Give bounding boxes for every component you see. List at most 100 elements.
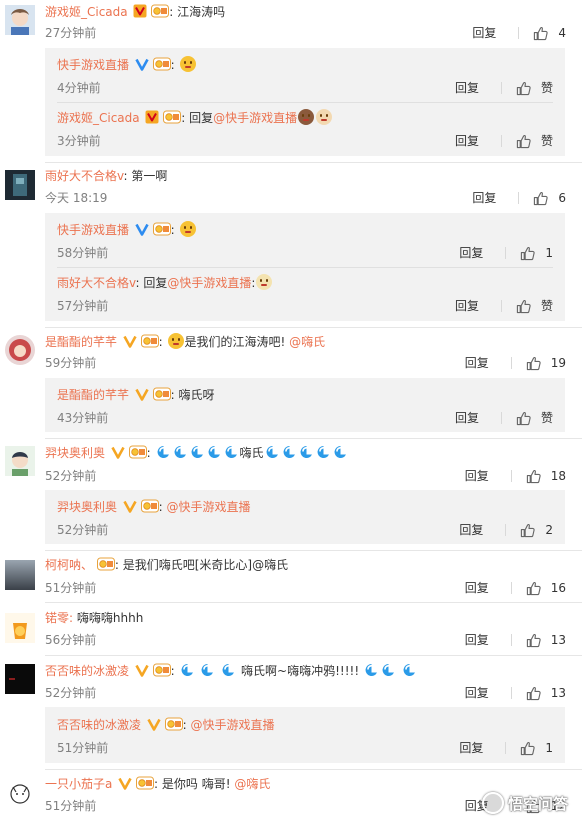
member-icon	[141, 499, 159, 513]
divider	[500, 82, 502, 94]
avatar[interactable]	[5, 560, 35, 590]
reply-item: 快手游戏直播 : 58分钟前 回复 1	[57, 221, 553, 265]
blue-emoji-icon	[173, 445, 188, 459]
mention-link[interactable]: @快手游戏直播	[191, 718, 275, 732]
like-button[interactable]: 18	[526, 467, 566, 485]
verified-icon	[145, 110, 159, 124]
like-button[interactable]: 赞	[516, 132, 553, 150]
username-link[interactable]: 否否味的冰激凌	[45, 664, 129, 678]
divider	[500, 300, 502, 312]
username-link[interactable]: 雨好大不合格v	[45, 169, 123, 183]
username-link[interactable]: 快手游戏直播	[57, 58, 129, 72]
reply-button[interactable]: 回复	[455, 297, 479, 315]
username-link[interactable]: 柯柯呐、	[45, 558, 93, 572]
avatar[interactable]	[5, 446, 35, 476]
like-count: 1	[545, 246, 553, 260]
like-button[interactable]: 16	[526, 579, 566, 597]
username-link[interactable]: 锘零:	[45, 611, 73, 625]
like-button[interactable]: 4	[533, 24, 566, 42]
username-link[interactable]: 快手游戏直播	[57, 223, 129, 237]
comment-time: 52分钟前	[45, 686, 97, 700]
watermark: 悟空问答	[481, 792, 568, 814]
username-link[interactable]: 游戏姬_Cicada	[57, 111, 140, 125]
comment-time: 51分钟前	[45, 799, 97, 813]
member-icon	[153, 57, 171, 71]
reply-time: 3分钟前	[57, 134, 101, 148]
like-button[interactable]: 赞	[516, 79, 553, 97]
reply-button[interactable]: 回复	[465, 684, 489, 702]
thumbs-up-icon	[516, 299, 531, 314]
praise-label: 赞	[540, 134, 553, 148]
username-link[interactable]: 一只小茄子a	[45, 777, 112, 791]
comment-actions: 回复 4	[472, 24, 566, 42]
like-count: 1	[545, 741, 553, 755]
reply-button[interactable]: 回复	[459, 739, 483, 757]
mention-link[interactable]: @快手游戏直播	[167, 276, 251, 290]
like-button[interactable]: 13	[526, 684, 566, 702]
blue-emoji-icon	[190, 445, 205, 459]
reply-button[interactable]: 回复	[459, 244, 483, 262]
reply-button[interactable]: 回复	[465, 467, 489, 485]
blue-emoji-icon	[207, 445, 222, 459]
reply-line: 雨好大不合格v: 回复@快手游戏直播:	[57, 274, 273, 292]
like-button[interactable]: 13	[526, 631, 566, 649]
reply-button[interactable]: 回复	[472, 24, 496, 42]
divider	[45, 602, 582, 603]
mention-link[interactable]: @嗨氏	[252, 558, 288, 572]
username-link[interactable]: 是酯酯的芊芊	[57, 388, 129, 402]
mention-link[interactable]: @快手游戏直播	[167, 500, 251, 514]
avatar[interactable]	[5, 778, 35, 808]
reply-button[interactable]: 回复	[472, 189, 496, 207]
reply-list: 快手游戏直播 : 4分钟前 回复 赞 游戏姬_Cicada : 回复@快手游戏直…	[45, 48, 565, 156]
thumbs-up-icon	[516, 411, 531, 426]
like-button[interactable]: 19	[526, 354, 566, 372]
username-link[interactable]: 游戏姬_Cicada	[45, 5, 128, 19]
reply-button[interactable]: 回复	[455, 409, 479, 427]
like-button[interactable]: 1	[520, 739, 553, 757]
comment-line: 否否味的冰激凌 : 嗨氏啊~嗨嗨冲鸦!!!!!	[45, 662, 418, 680]
like-button[interactable]: 6	[533, 189, 566, 207]
divider	[57, 102, 553, 103]
divider	[518, 27, 520, 39]
mention-link[interactable]: @嗨氏	[234, 777, 270, 791]
username-link[interactable]: 是酯酯的芊芊	[45, 335, 117, 349]
avatar[interactable]	[5, 170, 35, 200]
mention-link[interactable]: @快手游戏直播	[213, 111, 297, 125]
reply-button[interactable]: 回复	[459, 521, 483, 539]
avatar-icon	[5, 335, 35, 365]
reply-button[interactable]: 回复	[455, 132, 479, 150]
username-link[interactable]: 羿块奥利奥	[57, 500, 117, 514]
username-link[interactable]: 羿块奥利奥	[45, 446, 105, 460]
blue-emoji-icon	[381, 663, 396, 677]
avatar[interactable]	[5, 335, 35, 365]
comment-text: 第一啊	[131, 169, 168, 183]
comment-time: 27分钟前	[45, 26, 97, 40]
reply-button[interactable]: 回复	[465, 579, 489, 597]
mention-link[interactable]: @嗨氏	[289, 335, 325, 349]
avatar[interactable]	[5, 664, 35, 694]
avatar[interactable]	[5, 613, 35, 643]
like-button[interactable]: 1	[520, 244, 553, 262]
like-button[interactable]: 2	[520, 521, 553, 539]
reply-button[interactable]: 回复	[455, 79, 479, 97]
reply-button[interactable]: 回复	[465, 631, 489, 649]
like-button[interactable]: 赞	[516, 409, 553, 427]
comment-time: 51分钟前	[45, 581, 97, 595]
username-link[interactable]: 雨好大不合格v	[57, 276, 135, 290]
reply-text: 嗨氏呀	[178, 388, 215, 402]
verified-icon	[111, 445, 125, 459]
avatar[interactable]	[5, 5, 35, 35]
comment-line: 一只小茄子a : 是你吗 嗨哥! @嗨氏	[45, 777, 271, 791]
verified-icon	[147, 717, 161, 731]
verified-icon	[135, 57, 149, 71]
reply-line: 游戏姬_Cicada : 回复@快手游戏直播	[57, 109, 333, 127]
reply-list: 羿块奥利奥 : @快手游戏直播 52分钟前 回复 2	[45, 490, 565, 544]
username-link[interactable]: 否否味的冰激凌	[57, 718, 141, 732]
divider	[45, 655, 582, 656]
like-button[interactable]: 赞	[516, 297, 553, 315]
reply-item: 快手游戏直播 : 4分钟前 回复 赞	[57, 56, 553, 100]
reply-list: 是酯酯的芊芊 : 嗨氏呀 43分钟前 回复 赞	[45, 378, 565, 432]
blue-emoji-icon	[156, 445, 171, 459]
member-icon	[97, 557, 115, 571]
reply-button[interactable]: 回复	[465, 354, 489, 372]
